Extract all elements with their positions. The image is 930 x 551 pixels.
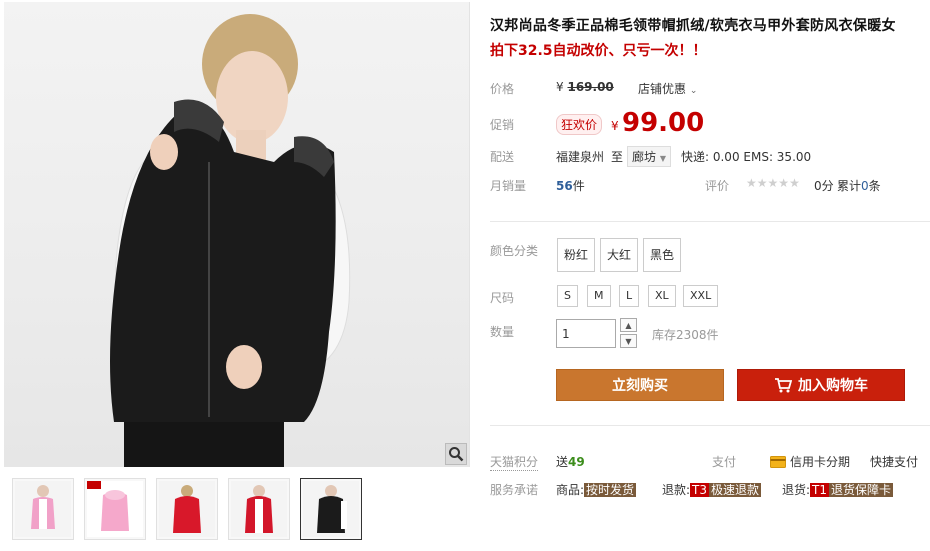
quantity-decrease-button[interactable]: ▼: [620, 334, 637, 348]
credit-card-icon: [770, 455, 786, 468]
monthly-sales-count: 56件: [556, 177, 585, 194]
chevron-down-icon: ▼: [659, 154, 666, 163]
product-subtitle-promo: 拍下32.5自动改价、只亏一次！！: [490, 43, 707, 59]
quantity-increase-button[interactable]: ▲: [620, 318, 637, 332]
payment-label: 支付: [712, 455, 737, 469]
thumbnail-image-black-model: [303, 481, 359, 537]
credit-card-installment-link[interactable]: 信用卡分期: [770, 453, 850, 470]
star-icon: ★: [778, 176, 790, 190]
rating-label: 评价: [705, 179, 730, 193]
zoom-button[interactable]: [445, 443, 467, 465]
thumbnail-image-pink-vest: [87, 481, 143, 537]
service-return-prefix: 退货:: [782, 483, 811, 497]
thumbnail-3[interactable]: [156, 478, 218, 540]
credit-card-label: 信用卡分期: [790, 455, 851, 469]
quick-pay-link[interactable]: 快捷支付: [870, 453, 918, 470]
store-discount-label: 店铺优惠: [638, 82, 687, 96]
promotion-price: 99.00: [622, 108, 705, 138]
service-refund-code: T3: [690, 483, 710, 497]
size-option-xxl[interactable]: XXL: [683, 285, 719, 307]
monthly-sales-number: 56: [556, 179, 573, 193]
rating-stars: ★★★★★: [746, 176, 800, 190]
thumbnail-2[interactable]: [84, 478, 146, 540]
points-prefix: 送: [556, 455, 569, 469]
service-return-tag: 退货保障卡: [829, 483, 894, 497]
service-return[interactable]: 退货: T1 退货保障卡: [782, 481, 894, 498]
service-goods[interactable]: 商品: 按时发货: [556, 481, 637, 498]
shipping-destination-select[interactable]: 廊坊 ▼: [627, 146, 671, 167]
original-price-value: 169.00: [567, 80, 614, 94]
service-goods-prefix: 商品:: [556, 483, 585, 497]
size-label: 尺码: [490, 291, 515, 305]
shipping-fees: 快递: 0.00 EMS: 35.00: [681, 150, 812, 164]
add-to-cart-label: 加入购物车: [798, 378, 868, 394]
model-photo: [110, 14, 351, 467]
thumbnail-strip: [12, 478, 362, 540]
service-refund[interactable]: 退款: T3 极速退款: [662, 481, 762, 498]
review-count-link[interactable]: 累计0条: [837, 177, 881, 194]
add-to-cart-button[interactable]: 加入购物车: [737, 369, 905, 401]
store-discount-dropdown[interactable]: 店铺优惠 ⌄: [638, 80, 697, 97]
chevron-up-icon: ▲: [625, 320, 632, 330]
review-prefix: 累计: [837, 179, 862, 193]
service-return-code: T1: [810, 483, 830, 497]
thumbnail-1[interactable]: [12, 478, 74, 540]
shipping-origin: 福建泉州: [556, 150, 605, 164]
star-icon: ★: [789, 176, 800, 190]
main-product-image[interactable]: [4, 2, 470, 467]
buy-now-button[interactable]: 立刻购买: [556, 369, 724, 401]
cart-icon: [775, 378, 792, 393]
color-option-black[interactable]: 黑色: [643, 238, 682, 272]
promotion-badge: 狂欢价: [556, 114, 603, 135]
quantity-input[interactable]: [556, 319, 616, 348]
original-price: ¥ 169.00: [556, 80, 614, 94]
shipping-destination-value: 廊坊: [632, 150, 657, 164]
points-number: 49: [568, 455, 585, 469]
chevron-down-icon: ⌄: [689, 86, 698, 96]
monthly-sales-label: 月销量: [490, 179, 527, 193]
promotion-currency: ¥: [611, 119, 619, 133]
stock-count: 库存2308件: [652, 328, 719, 342]
tmall-points-label[interactable]: 天猫积分: [490, 453, 539, 471]
service-promise-label: 服务承诺: [490, 483, 539, 497]
color-option-red[interactable]: 大红: [600, 238, 639, 272]
quantity-label: 数量: [490, 325, 515, 339]
thumbnail-image-red-model: [231, 481, 287, 537]
magnifier-icon: [449, 447, 464, 462]
rating-score: 0分: [814, 179, 834, 193]
review-number: 0: [861, 179, 869, 193]
size-option-m[interactable]: M: [587, 285, 611, 307]
divider: [490, 425, 930, 426]
monthly-sales-unit: 件: [572, 179, 585, 193]
service-refund-prefix: 退款:: [662, 483, 691, 497]
thumbnail-4[interactable]: [228, 478, 290, 540]
thumbnail-image-pink-model: [15, 481, 71, 537]
tmall-points-value: 送49: [556, 453, 585, 470]
size-option-s[interactable]: S: [557, 285, 578, 307]
original-price-currency: ¥: [556, 80, 564, 94]
color-option-pink[interactable]: 粉红: [557, 238, 596, 272]
service-refund-tag: 极速退款: [709, 483, 762, 497]
thumbnail-5-selected[interactable]: [300, 478, 362, 540]
star-icon: ★: [756, 176, 768, 190]
product-title: 汉邦尚品冬季正品棉毛领带帽抓绒/软壳衣马甲外套防风衣保暖女: [490, 18, 896, 34]
chevron-down-icon: ▼: [625, 336, 632, 346]
thumbnail-image-red-back: [159, 481, 215, 537]
review-unit: 条: [868, 179, 881, 193]
color-label: 颜色分类: [490, 244, 539, 258]
promotion-label: 促销: [490, 118, 515, 132]
shipping-label: 配送: [490, 150, 515, 164]
size-option-xl[interactable]: XL: [648, 285, 676, 307]
divider: [490, 221, 930, 222]
star-icon: ★: [746, 176, 757, 190]
star-icon: ★: [767, 176, 779, 190]
service-goods-tag: 按时发货: [584, 483, 637, 497]
price-label: 价格: [490, 82, 515, 96]
size-option-l[interactable]: L: [619, 285, 640, 307]
buy-now-label: 立刻购买: [612, 378, 668, 394]
shipping-to-prefix: 至: [611, 150, 624, 164]
